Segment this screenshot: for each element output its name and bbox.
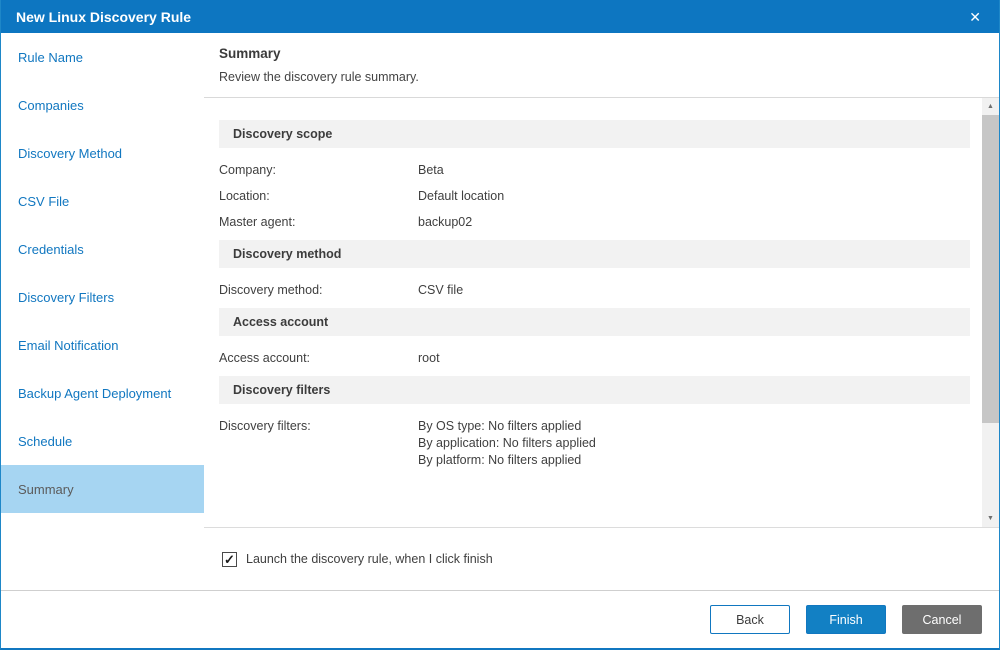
summary-row: Discovery method: CSV file [219, 282, 970, 299]
step-title: Summary [219, 46, 983, 61]
section-discovery-filters: Discovery filters Discovery filters: By … [219, 376, 970, 469]
row-value: backup02 [418, 214, 472, 231]
row-label: Location: [219, 188, 418, 205]
launch-checkbox-label: Launch the discovery rule, when I click … [246, 552, 493, 566]
back-button[interactable]: Back [710, 605, 790, 634]
vertical-scrollbar[interactable]: ▲ ▼ [982, 98, 999, 527]
scroll-up-icon[interactable]: ▲ [982, 98, 999, 115]
row-value: Default location [418, 188, 504, 205]
summary-row: Access account: root [219, 350, 970, 367]
wizard-steps-sidebar: Rule Name Companies Discovery Method CSV… [1, 33, 204, 590]
step-subtitle: Review the discovery rule summary. [219, 70, 983, 97]
dialog-titlebar: New Linux Discovery Rule ✕ [1, 0, 999, 33]
launch-checkbox[interactable]: ✓ [222, 552, 237, 567]
cancel-button[interactable]: Cancel [902, 605, 982, 634]
sidebar-item-credentials[interactable]: Credentials [1, 225, 204, 273]
finish-button[interactable]: Finish [806, 605, 886, 634]
row-label: Discovery filters: [219, 418, 418, 469]
launch-option-row: ✓ Launch the discovery rule, when I clic… [204, 528, 999, 590]
dialog-footer: Back Finish Cancel [1, 590, 999, 648]
dialog-body: Rule Name Companies Discovery Method CSV… [1, 33, 999, 590]
row-value: root [418, 350, 440, 367]
sidebar-item-csv-file[interactable]: CSV File [1, 177, 204, 225]
section-access-account: Access account Access account: root [219, 308, 970, 367]
summary-content: Discovery scope Company: Beta Location: … [204, 98, 982, 527]
sidebar-item-email-notification[interactable]: Email Notification [1, 321, 204, 369]
scrollbar-thumb[interactable] [982, 115, 999, 423]
row-label: Access account: [219, 350, 418, 367]
section-header: Access account [219, 308, 970, 336]
summary-row: Location: Default location [219, 188, 970, 205]
summary-row: Company: Beta [219, 162, 970, 179]
sidebar-item-discovery-method[interactable]: Discovery Method [1, 129, 204, 177]
filter-line: By platform: No filters applied [418, 452, 596, 469]
row-label: Master agent: [219, 214, 418, 231]
row-value: CSV file [418, 282, 463, 299]
filter-line: By application: No filters applied [418, 435, 596, 452]
row-value: By OS type: No filters applied By applic… [418, 418, 596, 469]
close-icon[interactable]: ✕ [965, 8, 985, 26]
section-discovery-method: Discovery method Discovery method: CSV f… [219, 240, 970, 299]
sidebar-item-schedule[interactable]: Schedule [1, 417, 204, 465]
summary-row: Discovery filters: By OS type: No filter… [219, 418, 970, 469]
section-discovery-scope: Discovery scope Company: Beta Location: … [219, 120, 970, 231]
main-panel: Summary Review the discovery rule summar… [204, 33, 999, 590]
dialog-title: New Linux Discovery Rule [16, 9, 191, 25]
section-header: Discovery scope [219, 120, 970, 148]
sidebar-item-companies[interactable]: Companies [1, 81, 204, 129]
step-header: Summary Review the discovery rule summar… [204, 33, 999, 98]
summary-scroll-area: Discovery scope Company: Beta Location: … [204, 98, 999, 528]
filter-line: By OS type: No filters applied [418, 418, 596, 435]
sidebar-item-discovery-filters[interactable]: Discovery Filters [1, 273, 204, 321]
scrollbar-track[interactable] [982, 115, 999, 510]
sidebar-item-summary[interactable]: Summary [1, 465, 204, 513]
new-linux-discovery-rule-dialog: New Linux Discovery Rule ✕ Rule Name Com… [0, 0, 1000, 650]
section-header: Discovery filters [219, 376, 970, 404]
row-label: Company: [219, 162, 418, 179]
sidebar-item-rule-name[interactable]: Rule Name [1, 33, 204, 81]
scroll-down-icon[interactable]: ▼ [982, 510, 999, 527]
summary-row: Master agent: backup02 [219, 214, 970, 231]
sidebar-item-backup-agent-deployment[interactable]: Backup Agent Deployment [1, 369, 204, 417]
row-label: Discovery method: [219, 282, 418, 299]
checkmark-icon: ✓ [224, 553, 235, 566]
row-value: Beta [418, 162, 444, 179]
section-header: Discovery method [219, 240, 970, 268]
